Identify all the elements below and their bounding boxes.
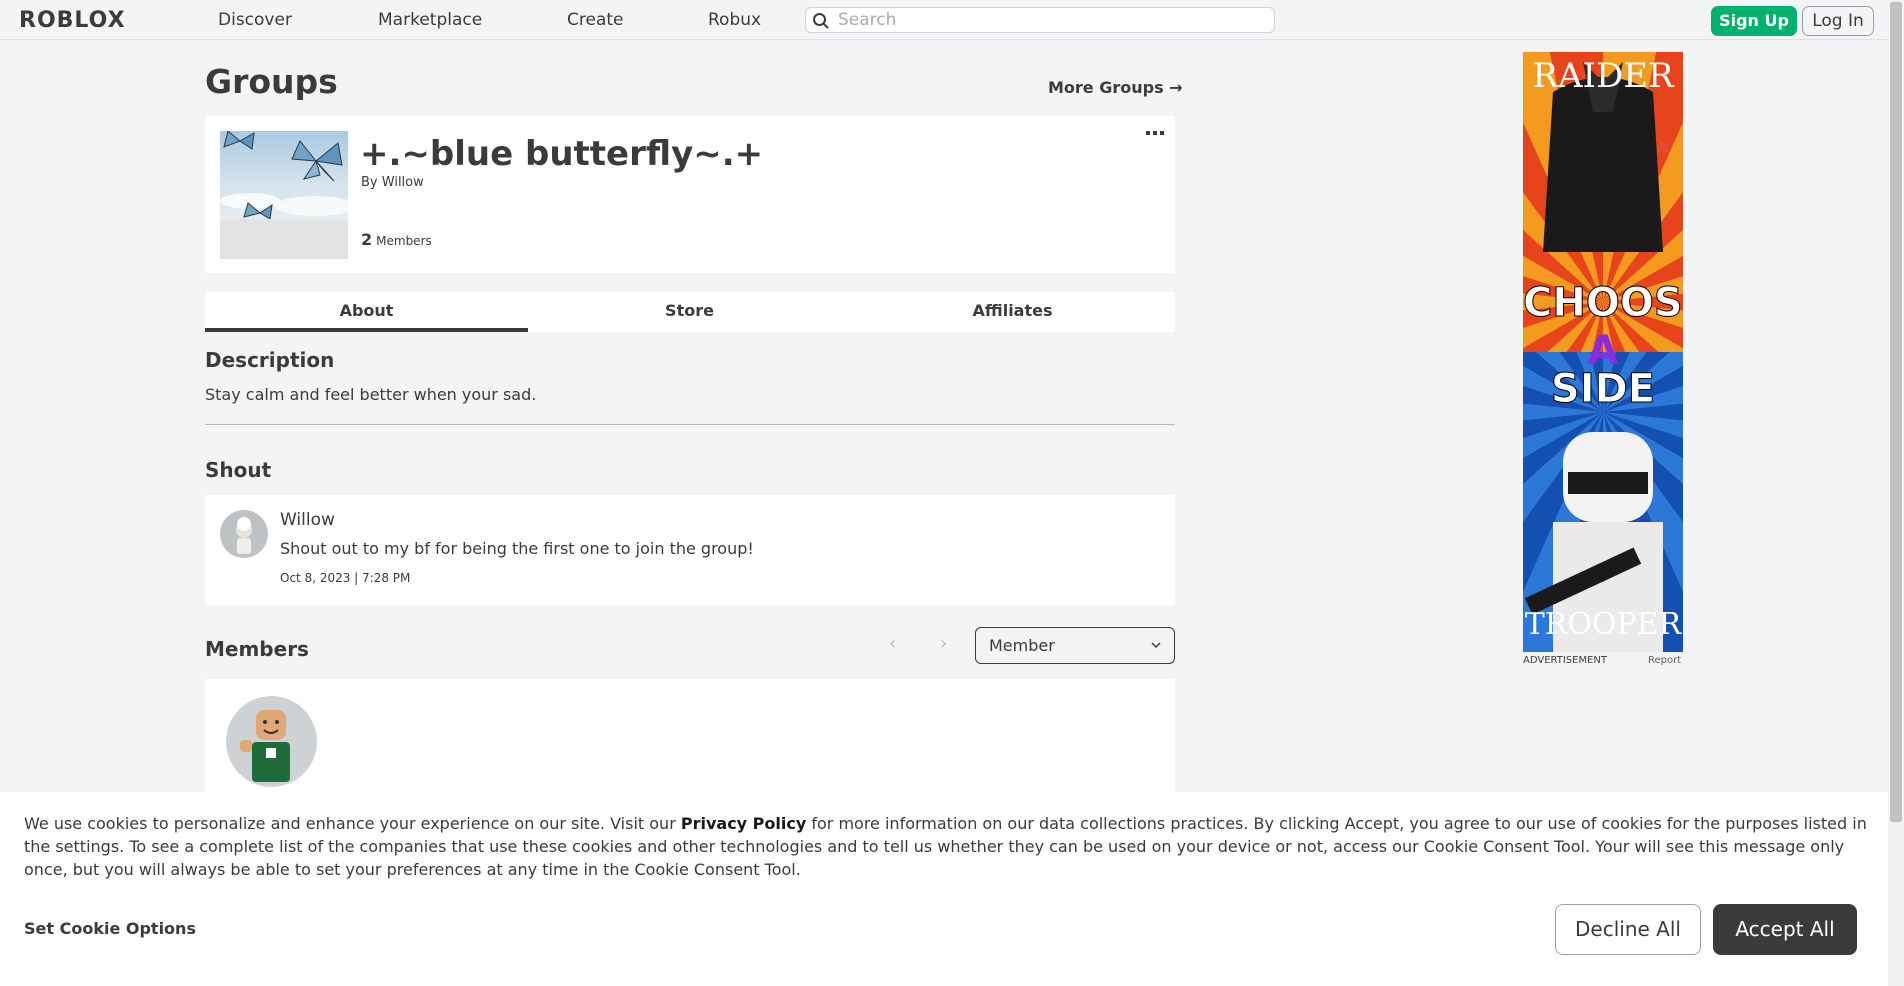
advertisement-label: ADVERTISEMENT — [1523, 655, 1608, 666]
chevron-down-icon — [1151, 642, 1161, 649]
nav-create[interactable]: Create — [567, 10, 624, 30]
by-label: By — [361, 175, 378, 190]
divider — [205, 424, 1175, 425]
members-heading: Members — [205, 637, 309, 661]
nav-marketplace[interactable]: Marketplace — [378, 10, 482, 30]
accept-all-button[interactable]: Accept All — [1713, 904, 1857, 955]
avatar[interactable] — [220, 510, 268, 558]
nav-discover[interactable]: Discover — [218, 10, 292, 30]
member-count: 2 Members — [361, 230, 432, 249]
advertisement[interactable]: RAIDER CHOOSE A SIDE TROOPER — [1523, 52, 1683, 652]
search-icon — [813, 13, 829, 29]
ad-title-bottom: TROOPER — [1524, 607, 1682, 642]
sign-up-button[interactable]: Sign Up — [1711, 6, 1797, 36]
description-heading: Description — [205, 348, 335, 372]
search-input[interactable] — [838, 10, 1258, 30]
group-name: +.~blue butterfly~.+ — [360, 134, 764, 174]
role-select[interactable]: Member — [975, 627, 1175, 664]
log-in-button[interactable]: Log In — [1802, 6, 1874, 36]
tab-store[interactable]: Store — [528, 292, 851, 332]
scrollbar-thumb[interactable] — [1890, 2, 1902, 822]
ad-line-1: CHOOSE — [1523, 280, 1683, 327]
page-scrollbar[interactable] — [1888, 0, 1904, 986]
members-list — [205, 679, 1175, 799]
tab-about[interactable]: About — [205, 292, 528, 332]
nav-robux[interactable]: Robux — [708, 10, 761, 30]
group-header-card: +.~blue butterfly~.+ By Willow 2 Members — [205, 116, 1175, 273]
group-owner: By Willow — [361, 175, 424, 190]
roblox-logo[interactable]: ROBLOX — [19, 8, 126, 33]
ad-line-3: SIDE — [1550, 366, 1656, 413]
description-text: Stay calm and feel better when your sad. — [205, 385, 537, 404]
group-tabs: About Store Affiliates — [205, 292, 1175, 332]
decline-all-button[interactable]: Decline All — [1555, 904, 1701, 955]
member-count-label: Members — [376, 234, 432, 248]
set-cookie-options-link[interactable]: Set Cookie Options — [24, 919, 196, 938]
tab-affiliates[interactable]: Affiliates — [851, 292, 1174, 332]
owner-link[interactable]: Willow — [382, 175, 424, 190]
shout-card: Willow Shout out to my bf for being the … — [205, 495, 1175, 605]
avatar-image — [240, 710, 290, 782]
cookie-text-start: We use cookies to personalize and enhanc… — [24, 814, 681, 833]
member-avatar[interactable] — [226, 696, 317, 787]
top-nav: ROBLOX Discover Marketplace Create Robux… — [0, 0, 1888, 40]
chevron-right-icon[interactable]: › — [940, 633, 947, 654]
page-title: Groups — [205, 62, 338, 101]
ad-title-top: RAIDER — [1532, 56, 1674, 96]
privacy-policy-link[interactable]: Privacy Policy — [681, 814, 806, 833]
shout-heading: Shout — [205, 458, 272, 482]
more-groups-link[interactable]: More Groups → — [1048, 78, 1183, 97]
shout-date: Oct 8, 2023 | 7:28 PM — [280, 571, 411, 585]
butterfly-image — [220, 131, 348, 219]
report-ad-link[interactable]: Report — [1648, 655, 1681, 666]
shout-message: Shout out to my bf for being the first o… — [280, 539, 754, 558]
search-box — [805, 7, 1275, 33]
role-select-value: Member — [989, 636, 1055, 655]
cookie-message: We use cookies to personalize and enhanc… — [24, 812, 1874, 881]
cookie-banner: We use cookies to personalize and enhanc… — [0, 792, 1888, 986]
avatar-image — [236, 517, 252, 554]
member-count-number: 2 — [361, 230, 373, 249]
more-options-icon[interactable] — [1145, 130, 1165, 138]
chevron-left-icon[interactable]: ‹ — [889, 633, 896, 654]
shout-author[interactable]: Willow — [280, 510, 335, 530]
group-thumbnail — [220, 131, 348, 259]
